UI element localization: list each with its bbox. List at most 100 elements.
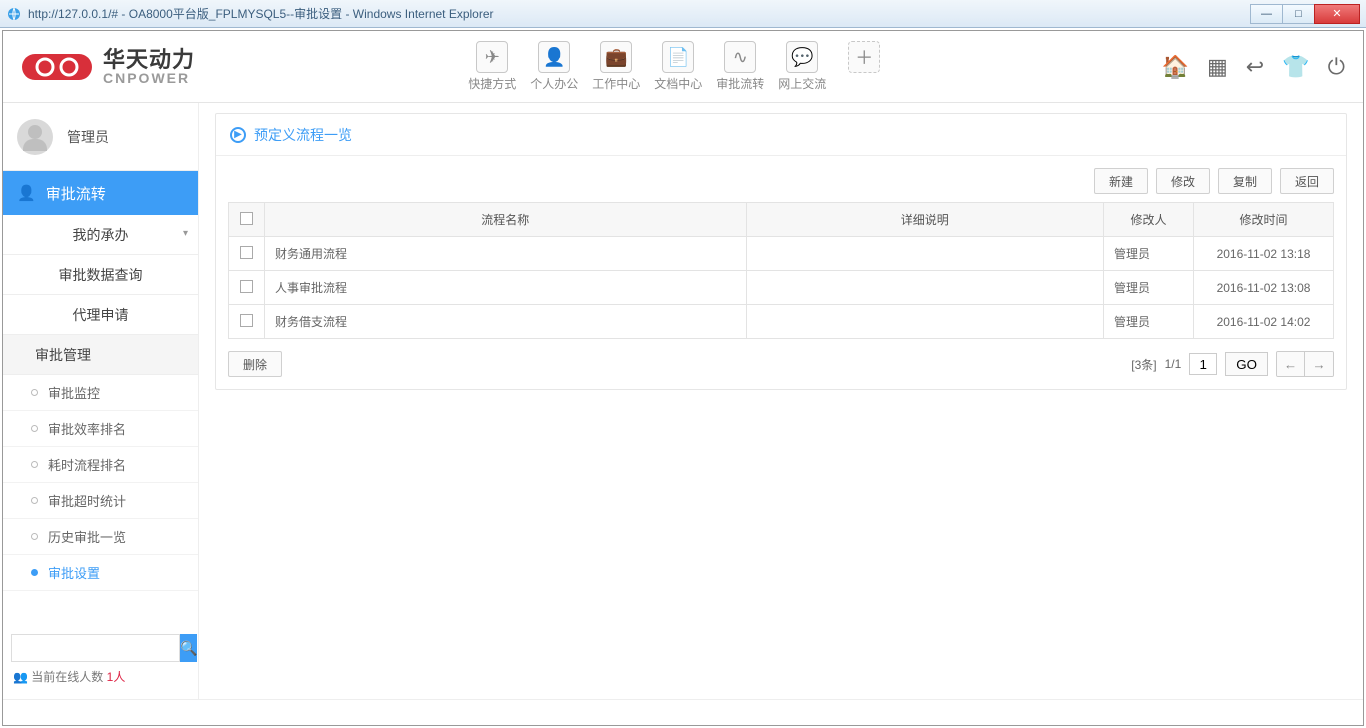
logo-cn: 华天动力 [103, 48, 195, 71]
dot-icon [31, 533, 38, 540]
go-button[interactable]: GO [1225, 352, 1268, 376]
online-status: 👥 当前在线人数 1人 [11, 662, 190, 691]
panel-footer: 删除 [3条] 1/1 GO ← → [216, 339, 1346, 389]
user-name: 管理员 [67, 127, 109, 147]
statusbar [3, 699, 1363, 725]
topnav-docs[interactable]: 📄文档中心 [651, 41, 705, 92]
logo: 华天动力 CNPOWER [21, 48, 195, 86]
back-button[interactable]: 返回 [1280, 168, 1334, 194]
window-titlebar: http://127.0.0.1/# - OA8000平台版_FPLMYSQL5… [0, 0, 1366, 28]
dot-icon [31, 389, 38, 396]
col-desc: 详细说明 [746, 203, 1103, 237]
briefcase-icon: 💼 [600, 41, 632, 73]
pager: [3条] 1/1 GO ← → [1131, 351, 1334, 377]
panel-title: 预定义流程一览 [254, 125, 352, 145]
plus-icon: ＋ [848, 41, 880, 73]
table-row[interactable]: 财务通用流程 管理员2016-11-02 13:18 [229, 237, 1334, 271]
sidebar-section-approval[interactable]: 👤 审批流转 [3, 171, 198, 215]
search-input[interactable] [11, 634, 180, 662]
user-icon: 👤 [17, 184, 36, 202]
delete-button[interactable]: 删除 [228, 351, 282, 377]
document-icon: 📄 [662, 41, 694, 73]
row-checkbox[interactable] [240, 314, 253, 327]
subitem-time[interactable]: 耗时流程排名 [3, 447, 198, 483]
cell-name: 人事审批流程 [265, 271, 747, 305]
caret-icon: ▶ [230, 127, 246, 143]
row-checkbox[interactable] [240, 246, 253, 259]
dot-icon [31, 569, 38, 576]
apps-icon[interactable]: ▦ [1207, 54, 1228, 80]
cell-name: 财务借支流程 [265, 305, 747, 339]
subitem-monitor[interactable]: 审批监控 [3, 375, 198, 411]
send-icon: ✈ [476, 41, 508, 73]
window-maximize-button[interactable]: □ [1282, 4, 1314, 24]
cell-time: 2016-11-02 14:02 [1194, 305, 1334, 339]
subitem-settings[interactable]: 审批设置 [3, 555, 198, 591]
topnav-quick[interactable]: ✈快捷方式 [465, 41, 519, 92]
cell-modifier: 管理员 [1104, 305, 1194, 339]
topnav-work[interactable]: 💼工作中心 [589, 41, 643, 92]
table-row[interactable]: 财务借支流程 管理员2016-11-02 14:02 [229, 305, 1334, 339]
logo-icon [21, 50, 93, 84]
shirt-icon[interactable]: 👕 [1282, 54, 1309, 80]
next-page-button[interactable]: → [1305, 352, 1333, 376]
user-box: 管理员 [3, 103, 198, 171]
cell-time: 2016-11-02 13:08 [1194, 271, 1334, 305]
window-close-button[interactable]: ✕ [1314, 4, 1360, 24]
dot-icon [31, 497, 38, 504]
page-input[interactable] [1189, 353, 1217, 375]
cell-time: 2016-11-02 13:18 [1194, 237, 1334, 271]
cell-name: 财务通用流程 [265, 237, 747, 271]
panel-header: ▶ 预定义流程一览 [216, 114, 1346, 156]
subitem-history[interactable]: 历史审批一览 [3, 519, 198, 555]
reply-icon[interactable]: ↩ [1246, 54, 1264, 80]
topnav-personal[interactable]: 👤个人办公 [527, 41, 581, 92]
cell-desc [746, 305, 1103, 339]
sidebar-item-proxy[interactable]: 代理申请 [3, 295, 198, 335]
main-content: ▶ 预定义流程一览 新建 修改 复制 返回 流程名称 详细说明 修 [199, 103, 1363, 699]
panel: ▶ 预定义流程一览 新建 修改 复制 返回 流程名称 详细说明 修 [215, 113, 1347, 390]
window-minimize-button[interactable]: — [1250, 4, 1282, 24]
chat-icon: 💬 [786, 41, 818, 73]
checkbox-all[interactable] [240, 212, 253, 225]
subitem-efficiency[interactable]: 审批效率排名 [3, 411, 198, 447]
topnav-approval[interactable]: ∿审批流转 [713, 41, 767, 92]
copy-button[interactable]: 复制 [1218, 168, 1272, 194]
dot-icon [31, 461, 38, 468]
sidebar: 管理员 👤 审批流转 我的承办 审批数据查询 代理申请 审批管理 审批监控 审批… [3, 103, 199, 699]
toolbar: 新建 修改 复制 返回 [216, 156, 1346, 202]
subitem-overtime[interactable]: 审批超时统计 [3, 483, 198, 519]
flow-icon: ∿ [724, 41, 756, 73]
avatar [17, 119, 53, 155]
table-row[interactable]: 人事审批流程 管理员2016-11-02 13:08 [229, 271, 1334, 305]
cell-modifier: 管理员 [1104, 237, 1194, 271]
sidebar-item-mytasks[interactable]: 我的承办 [3, 215, 198, 255]
top-nav: ✈快捷方式 👤个人办公 💼工作中心 📄文档中心 ∿审批流转 💬网上交流 ＋ [195, 41, 1162, 92]
col-modifier: 修改人 [1104, 203, 1194, 237]
sidebar-group-manage[interactable]: 审批管理 [3, 335, 198, 375]
person-icon: 👤 [538, 41, 570, 73]
dot-icon [31, 425, 38, 432]
search-button[interactable]: 🔍 [180, 634, 197, 662]
row-checkbox[interactable] [240, 280, 253, 293]
prev-page-button[interactable]: ← [1277, 352, 1305, 376]
people-icon: 👥 [13, 670, 28, 684]
sidebar-item-query[interactable]: 审批数据查询 [3, 255, 198, 295]
new-button[interactable]: 新建 [1094, 168, 1148, 194]
header-actions: 🏠 ▦ ↩ 👕 ⏻ [1162, 54, 1345, 80]
topnav-add[interactable]: ＋ [837, 41, 891, 92]
topnav-chat[interactable]: 💬网上交流 [775, 41, 829, 92]
home-icon[interactable]: 🏠 [1162, 54, 1189, 80]
cell-modifier: 管理员 [1104, 271, 1194, 305]
sidebar-search: 🔍 [11, 634, 190, 662]
flow-table: 流程名称 详细说明 修改人 修改时间 财务通用流程管理员2016-11-02 1… [228, 202, 1334, 339]
app-header: 华天动力 CNPOWER ✈快捷方式 👤个人办公 💼工作中心 📄文档中心 ∿审批… [3, 31, 1363, 103]
col-time: 修改时间 [1194, 203, 1334, 237]
record-count: [3条] [1131, 356, 1156, 373]
page-indicator: 1/1 [1165, 357, 1182, 371]
edit-button[interactable]: 修改 [1156, 168, 1210, 194]
ie-icon [6, 6, 22, 22]
cell-desc [746, 237, 1103, 271]
power-icon[interactable]: ⏻ [1328, 54, 1345, 80]
cell-desc [746, 271, 1103, 305]
